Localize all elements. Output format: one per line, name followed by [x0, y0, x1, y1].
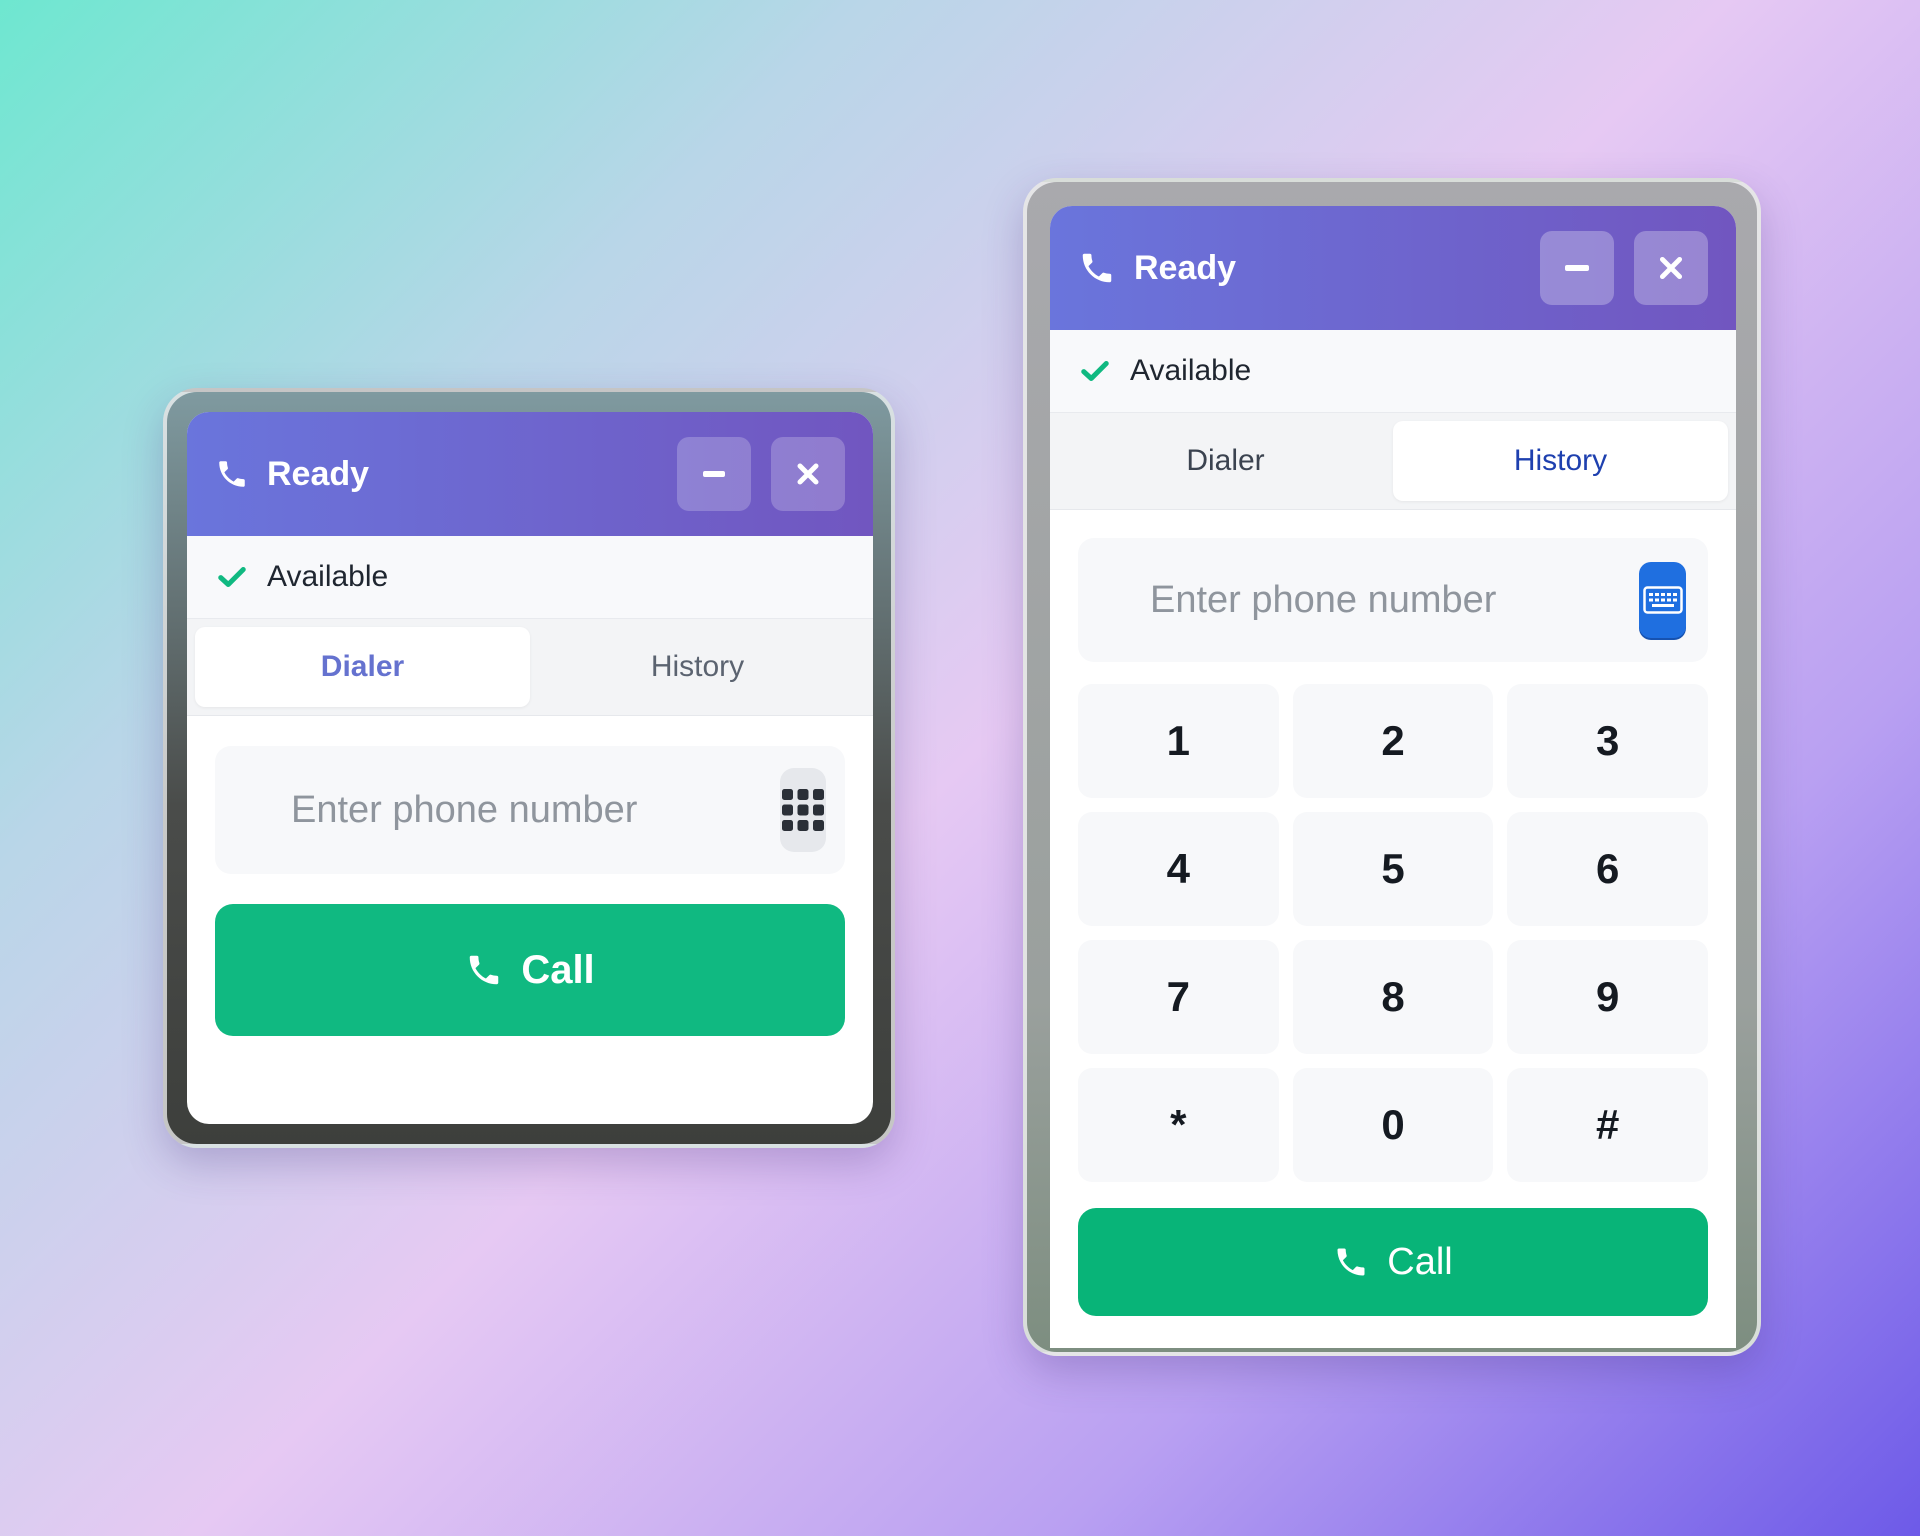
phone-icon — [1337, 1248, 1365, 1276]
call-button[interactable]: Call — [1078, 1208, 1708, 1316]
dialer-body: Call — [187, 716, 873, 1066]
key-9[interactable]: 9 — [1507, 940, 1708, 1054]
phone-field — [215, 746, 845, 874]
key-2[interactable]: 2 — [1292, 684, 1494, 798]
tab-bar: Dialer History — [187, 619, 873, 716]
call-label: Call — [521, 947, 595, 992]
phone-input[interactable] — [291, 788, 780, 832]
phone-input[interactable] — [1150, 578, 1639, 622]
key-hash[interactable]: # — [1507, 1068, 1708, 1182]
dialer-body: 1 2 3 4 5 6 7 8 9 * 0 # Call — [1050, 510, 1736, 1346]
call-label: Call — [1387, 1240, 1453, 1283]
widget-header: Ready — [1050, 206, 1736, 330]
status-label: Available — [267, 560, 389, 593]
check-icon — [218, 567, 246, 587]
close-button[interactable] — [771, 437, 845, 511]
phone-icon — [219, 461, 245, 487]
phone-icon — [1082, 253, 1112, 283]
tab-dialer[interactable]: Dialer — [195, 627, 530, 707]
phone-field — [1078, 538, 1708, 662]
dialer-widget: Ready Available Dialer History Enter pho… — [187, 412, 873, 1124]
key-7[interactable]: 7 — [1078, 940, 1279, 1054]
minimize-button[interactable] — [1540, 231, 1614, 305]
dialer-widget-expanded: Ready Available Dialer History Enter pho… — [1050, 206, 1736, 1348]
widget-header: Ready — [187, 412, 873, 536]
keyboard-icon — [1642, 586, 1683, 614]
keypad-toggle-button[interactable] — [780, 768, 826, 852]
tab-bar: Dialer History — [1050, 413, 1736, 510]
header-title: Ready — [267, 454, 370, 493]
minus-icon — [703, 471, 725, 477]
key-1[interactable]: 1 — [1078, 684, 1279, 798]
key-0[interactable]: 0 — [1292, 1068, 1494, 1182]
tab-history[interactable]: History — [530, 627, 865, 707]
phone-icon — [470, 955, 499, 985]
key-3[interactable]: 3 — [1507, 684, 1708, 798]
close-button[interactable] — [1634, 231, 1708, 305]
status-bar: Available — [187, 536, 873, 619]
close-icon — [1659, 256, 1683, 280]
check-icon — [1081, 361, 1109, 381]
minimize-button[interactable] — [677, 437, 751, 511]
header-title: Ready — [1134, 248, 1237, 287]
key-6[interactable]: 6 — [1507, 812, 1708, 926]
keyboard-toggle-button[interactable] — [1639, 562, 1686, 638]
minus-icon — [1565, 265, 1589, 271]
key-4[interactable]: 4 — [1078, 812, 1279, 926]
close-icon — [797, 463, 819, 485]
grid-icon — [782, 789, 824, 831]
tab-history[interactable]: History — [1393, 421, 1728, 501]
status-label: Available — [1130, 354, 1252, 387]
keypad: 1 2 3 4 5 6 7 8 9 * 0 # — [1078, 684, 1708, 1182]
key-8[interactable]: 8 — [1292, 940, 1494, 1054]
status-bar: Available — [1050, 330, 1736, 413]
call-button[interactable]: Call — [215, 904, 845, 1036]
key-star[interactable]: * — [1078, 1068, 1279, 1182]
key-5[interactable]: 5 — [1292, 812, 1494, 926]
tab-dialer[interactable]: Dialer — [1058, 421, 1393, 501]
